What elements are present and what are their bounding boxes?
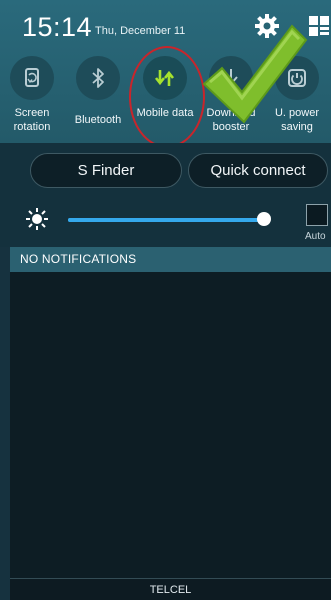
notifications-area: [10, 272, 331, 578]
brightness-slider-fill: [68, 218, 264, 222]
toggle-circle: [76, 56, 120, 100]
brightness-sun-icon: [26, 208, 48, 230]
brightness-slider-thumb[interactable]: [256, 212, 271, 226]
edit-toggles-icon[interactable]: [308, 15, 331, 39]
brightness-control: Auto: [0, 198, 331, 247]
bluetooth-icon: [92, 68, 104, 88]
checkmark-icon: [202, 24, 308, 124]
toggle-screen-rotation[interactable]: Screen rotation: [0, 56, 65, 140]
toggle-circle: [10, 56, 54, 100]
notifications-header: NO NOTIFICATIONS: [10, 247, 331, 272]
annotation-circle: [129, 46, 205, 148]
s-finder-button[interactable]: S Finder: [30, 153, 182, 188]
quick-connect-button[interactable]: Quick connect: [188, 153, 328, 188]
clock-time: 15:14: [22, 12, 93, 42]
notification-panel: 15:14 Thu, December 11 Screen rotation B…: [0, 0, 331, 600]
toggle-bluetooth[interactable]: Bluetooth: [65, 56, 131, 140]
shortcut-buttons: S Finder Quick connect: [0, 143, 331, 198]
auto-brightness-label: Auto: [305, 231, 326, 242]
brightness-slider[interactable]: [68, 218, 270, 222]
toggle-label: Screen rotation: [13, 107, 51, 133]
screen-rotation-icon: [25, 68, 39, 87]
carrier-label: TELCEL: [10, 578, 331, 600]
toggle-label: Bluetooth: [74, 114, 122, 126]
auto-brightness-checkbox[interactable]: [306, 204, 328, 226]
clock-date: Thu, December 11: [95, 25, 186, 37]
